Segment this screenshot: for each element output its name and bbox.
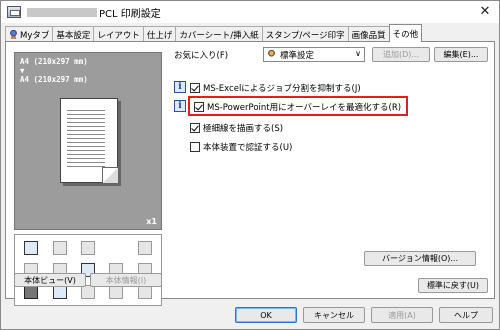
user-icon	[9, 30, 18, 39]
stapler-icon	[131, 237, 159, 259]
preview-original-size: A4 (210x297 mm)	[20, 57, 88, 66]
printer-name-redacted	[27, 7, 97, 17]
printer-view-button[interactable]: 本体ビュー(V)	[14, 273, 86, 287]
option-excel-job-split[interactable]: MS-Excelによるジョブ分割を抑制する(J)	[190, 82, 361, 94]
info-icon[interactable]: i	[174, 81, 186, 93]
tab-stamp[interactable]: スタンプ/ページ印字	[261, 26, 349, 42]
tab-bar: Myタブ 基本設定 レイアウト 仕上げ カバーシート/挿入紙 スタンプ/ページ印…	[5, 24, 423, 42]
favorites-dropdown[interactable]: 標準設定 ∨	[263, 47, 365, 62]
tab-label: Myタブ	[20, 30, 50, 41]
window-title: PCL 印刷設定	[99, 8, 161, 20]
apply-button[interactable]: 適用(A)	[371, 307, 433, 323]
tab-basic[interactable]: 基本設定	[52, 26, 95, 42]
print-settings-dialog: PCL 印刷設定 ✕ Myタブ 基本設定 レイアウト 仕上げ カバーシート/挿入…	[0, 0, 500, 330]
tab-panel-other: A4 (210x297 mm) ▼ A4 (210x297 mm) x1 本体ビ…	[5, 41, 495, 306]
tab-mytab[interactable]: Myタブ	[5, 26, 54, 42]
option-label: MS-PowerPoint用にオーバーレイを最適化する(R)	[207, 103, 402, 113]
preview-output-size: A4 (210x297 mm)	[20, 75, 88, 84]
version-info-button[interactable]: バージョン情報(O)...	[364, 251, 476, 266]
option-label: MS-Excelによるジョブ分割を抑制する(J)	[203, 84, 361, 94]
checkbox[interactable]	[194, 102, 204, 112]
checkbox[interactable]	[190, 123, 200, 133]
favorites-selected: 標準設定	[280, 50, 315, 61]
checkbox[interactable]	[190, 142, 200, 152]
tab-image-quality[interactable]: 画像品質	[347, 26, 390, 42]
option-label: 本体装置で認証する(U)	[203, 143, 293, 153]
ok-button[interactable]: OK	[235, 307, 297, 323]
favorites-label: お気に入り(F)	[174, 51, 229, 61]
printer-info-button[interactable]: 本体情報(I)	[90, 273, 162, 287]
title-bar: PCL 印刷設定 ✕	[1, 1, 499, 23]
printer-body-icon	[17, 237, 45, 259]
info-icon[interactable]: i	[174, 100, 186, 112]
down-arrow-icon: ▼	[20, 66, 25, 75]
blank-slot	[102, 237, 130, 259]
favorite-settings-icon	[267, 50, 276, 59]
add-favorite-button[interactable]: 追加(D)...	[372, 47, 430, 62]
option-powerpoint-overlay[interactable]: MS-PowerPoint用にオーバーレイを最適化する(R)	[194, 101, 401, 113]
tab-layout[interactable]: レイアウト	[93, 26, 144, 42]
option-label: 極細線を描画する(S)	[203, 124, 284, 134]
restore-defaults-button[interactable]: 標準に戻す(U)	[418, 278, 488, 293]
tab-other[interactable]: その他	[388, 24, 423, 42]
help-button[interactable]: ヘルプ	[439, 307, 493, 323]
page-preview: A4 (210x297 mm) ▼ A4 (210x297 mm) x1	[14, 52, 162, 230]
printer-icon	[7, 6, 21, 18]
tab-finishing[interactable]: 仕上げ	[142, 26, 177, 42]
checkbox[interactable]	[190, 83, 200, 93]
cancel-button[interactable]: キャンセル	[303, 307, 365, 323]
option-thin-lines[interactable]: 極細線を描画する(S)	[190, 122, 283, 134]
option-device-auth[interactable]: 本体装置で認証する(U)	[190, 141, 292, 153]
page-thumbnail	[60, 98, 118, 183]
copies-indicator: x1	[146, 217, 157, 226]
tray-icon	[45, 237, 73, 259]
close-button[interactable]: ✕	[477, 4, 493, 20]
chevron-down-icon: ∨	[355, 49, 361, 58]
tab-cover-sheet[interactable]: カバーシート/挿入紙	[175, 26, 263, 42]
device-option-icons	[14, 234, 162, 306]
edit-favorite-button[interactable]: 編集(E)...	[434, 47, 488, 62]
copy-icon	[74, 237, 102, 259]
